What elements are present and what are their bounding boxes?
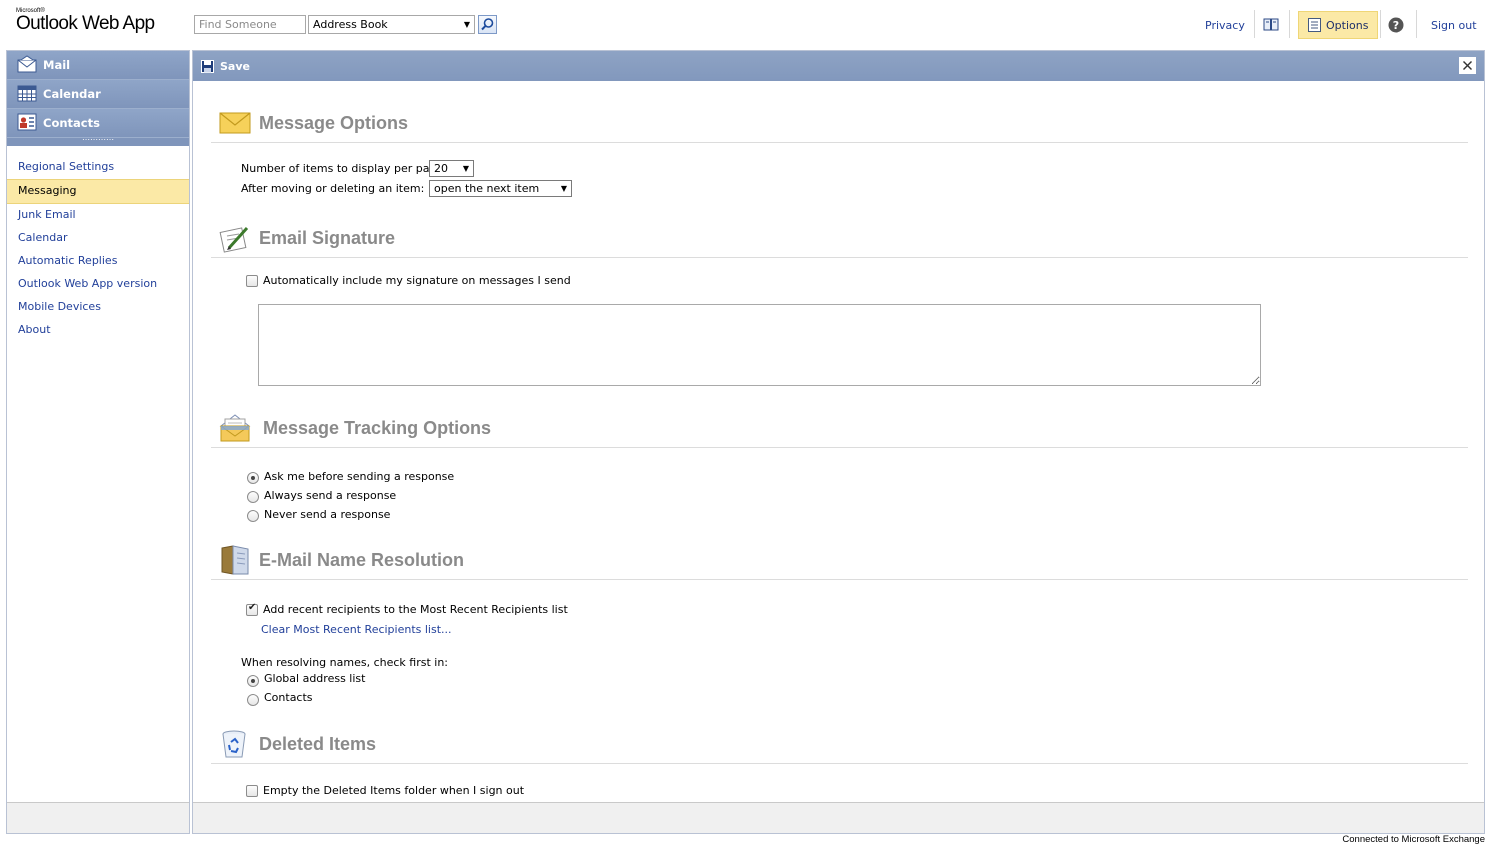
calendar-icon xyxy=(17,84,37,104)
header: Microsoft® Outlook Web App Address Book … xyxy=(0,0,1489,48)
deleted-items-header: Deleted Items xyxy=(211,728,1468,764)
main-panel: Save Message Options Number of items to … xyxy=(192,50,1485,834)
brand-name: Outlook Web App xyxy=(16,13,155,34)
book-icon xyxy=(1263,18,1279,31)
resolve-names-label: When resolving names, check first in: xyxy=(241,656,449,669)
items-per-page-value: 20 xyxy=(434,162,448,175)
resolve-gal-label: Global address list xyxy=(264,672,366,685)
tracking-always-radio[interactable] xyxy=(247,491,259,503)
tracking-ask-radio[interactable] xyxy=(247,472,259,484)
envelope-icon xyxy=(219,112,251,134)
options-button[interactable]: Options xyxy=(1298,11,1378,39)
empty-deleted-label: Empty the Deleted Items folder when I si… xyxy=(263,784,525,797)
message-options-title: Message Options xyxy=(259,113,409,133)
save-icon xyxy=(201,59,214,73)
resolve-contacts-label: Contacts xyxy=(264,691,313,704)
save-label: Save xyxy=(220,59,250,73)
address-book-icon xyxy=(221,545,249,575)
header-divider xyxy=(1416,10,1417,38)
resolve-gal-radio[interactable] xyxy=(247,675,259,687)
privacy-link[interactable]: Privacy xyxy=(1205,11,1245,39)
sidebar: Mail Calendar Contacts ⋯⋯⋯⋯ Regional Set… xyxy=(6,50,190,834)
after-move-label: After moving or deleting an item: xyxy=(241,182,425,195)
recent-recipients-label: Add recent recipients to the Most Recent… xyxy=(263,603,568,616)
recycle-bin-icon xyxy=(222,730,246,758)
after-move-select[interactable]: open the next item ▼ xyxy=(429,180,572,197)
nav-calendar[interactable]: Calendar xyxy=(7,80,189,109)
tracking-never-label: Never send a response xyxy=(264,508,391,521)
nav-contacts-label: Contacts xyxy=(43,116,100,130)
signature-editor[interactable] xyxy=(258,304,1261,386)
items-per-page-select[interactable]: 20 ▼ xyxy=(429,160,474,177)
address-book-select[interactable]: Address Book ▼ xyxy=(308,15,475,34)
mail-icon xyxy=(17,55,37,75)
auto-signature-label: Automatically include my signature on me… xyxy=(263,274,571,287)
tracking-title: Message Tracking Options xyxy=(263,418,492,438)
email-signature-header: Email Signature xyxy=(211,222,1468,258)
recent-recipients-checkbox[interactable] xyxy=(246,602,258,616)
sidebar-item-about[interactable]: About xyxy=(7,319,189,342)
save-button[interactable]: Save xyxy=(201,59,250,73)
deleted-items-title: Deleted Items xyxy=(259,734,377,754)
items-per-page-label: Number of items to display per page: xyxy=(241,162,447,175)
email-signature-title: Email Signature xyxy=(259,228,396,248)
toolbar: Save xyxy=(193,51,1484,81)
sidebar-footer xyxy=(7,802,189,833)
nav-calendar-label: Calendar xyxy=(43,87,101,101)
contacts-icon xyxy=(17,113,37,133)
chevron-down-icon: ▼ xyxy=(463,20,470,29)
tracking-always-label: Always send a response xyxy=(264,489,397,502)
signature-pen-icon xyxy=(219,226,249,253)
sidebar-item-calendar[interactable]: Calendar xyxy=(7,227,189,250)
message-options-header: Message Options xyxy=(211,107,1468,143)
outlook-logo: Microsoft® Outlook Web App xyxy=(16,8,155,34)
nav-contacts[interactable]: Contacts xyxy=(7,109,189,138)
chevron-down-icon: ▼ xyxy=(560,184,567,193)
sidebar-item-owa-version[interactable]: Outlook Web App version xyxy=(7,273,189,296)
header-divider xyxy=(1254,10,1255,38)
chevron-down-icon: ▼ xyxy=(462,164,469,173)
resize-grip[interactable]: ⋯⋯⋯⋯ xyxy=(7,136,189,146)
privacy-label: Privacy xyxy=(1205,18,1245,32)
sidebar-item-automatic-replies[interactable]: Automatic Replies xyxy=(7,250,189,273)
sign-out-label: Sign out xyxy=(1431,18,1477,32)
sidebar-item-messaging[interactable]: Messaging xyxy=(7,179,189,204)
tracking-envelope-icon xyxy=(219,414,251,442)
header-divider xyxy=(1289,10,1290,38)
help-button[interactable]: ? xyxy=(1388,11,1404,39)
nav-mail[interactable]: Mail xyxy=(7,51,189,80)
sign-out-link[interactable]: Sign out xyxy=(1431,11,1477,39)
address-book-button[interactable] xyxy=(1263,11,1281,39)
sidebar-item-mobile-devices[interactable]: Mobile Devices xyxy=(7,296,189,319)
help-icon: ? xyxy=(1388,17,1404,33)
options-icon xyxy=(1308,18,1321,32)
auto-signature-checkbox[interactable] xyxy=(246,275,258,287)
tracking-ask-label: Ask me before sending a response xyxy=(264,470,455,483)
connection-status: Connected to Microsoft Exchange xyxy=(1342,834,1485,845)
empty-deleted-checkbox[interactable] xyxy=(246,785,258,797)
search-button[interactable] xyxy=(478,15,497,34)
sidebar-item-junk-email[interactable]: Junk Email xyxy=(7,204,189,227)
main-footer xyxy=(193,802,1484,833)
name-resolution-title: E-Mail Name Resolution xyxy=(259,550,465,570)
svg-text:?: ? xyxy=(1393,19,1399,32)
name-resolution-header: E-Mail Name Resolution xyxy=(211,544,1468,580)
search-icon xyxy=(481,18,494,31)
clear-recent-link[interactable]: Clear Most Recent Recipients list... xyxy=(261,623,452,636)
close-icon xyxy=(1463,61,1472,70)
options-nav-list: Regional Settings Messaging Junk Email C… xyxy=(7,146,189,342)
close-button[interactable] xyxy=(1459,57,1476,74)
tracking-header: Message Tracking Options xyxy=(211,412,1468,448)
sidebar-item-regional-settings[interactable]: Regional Settings xyxy=(7,156,189,179)
find-someone-input[interactable] xyxy=(194,15,306,34)
header-divider xyxy=(1380,10,1381,38)
tracking-never-radio[interactable] xyxy=(247,510,259,522)
nav-mail-label: Mail xyxy=(43,58,71,72)
resolve-contacts-radio[interactable] xyxy=(247,694,259,706)
address-book-value: Address Book xyxy=(313,18,388,31)
settings-content: Message Options Number of items to displ… xyxy=(193,82,1484,802)
options-label: Options xyxy=(1326,18,1369,32)
after-move-value: open the next item xyxy=(434,182,540,195)
